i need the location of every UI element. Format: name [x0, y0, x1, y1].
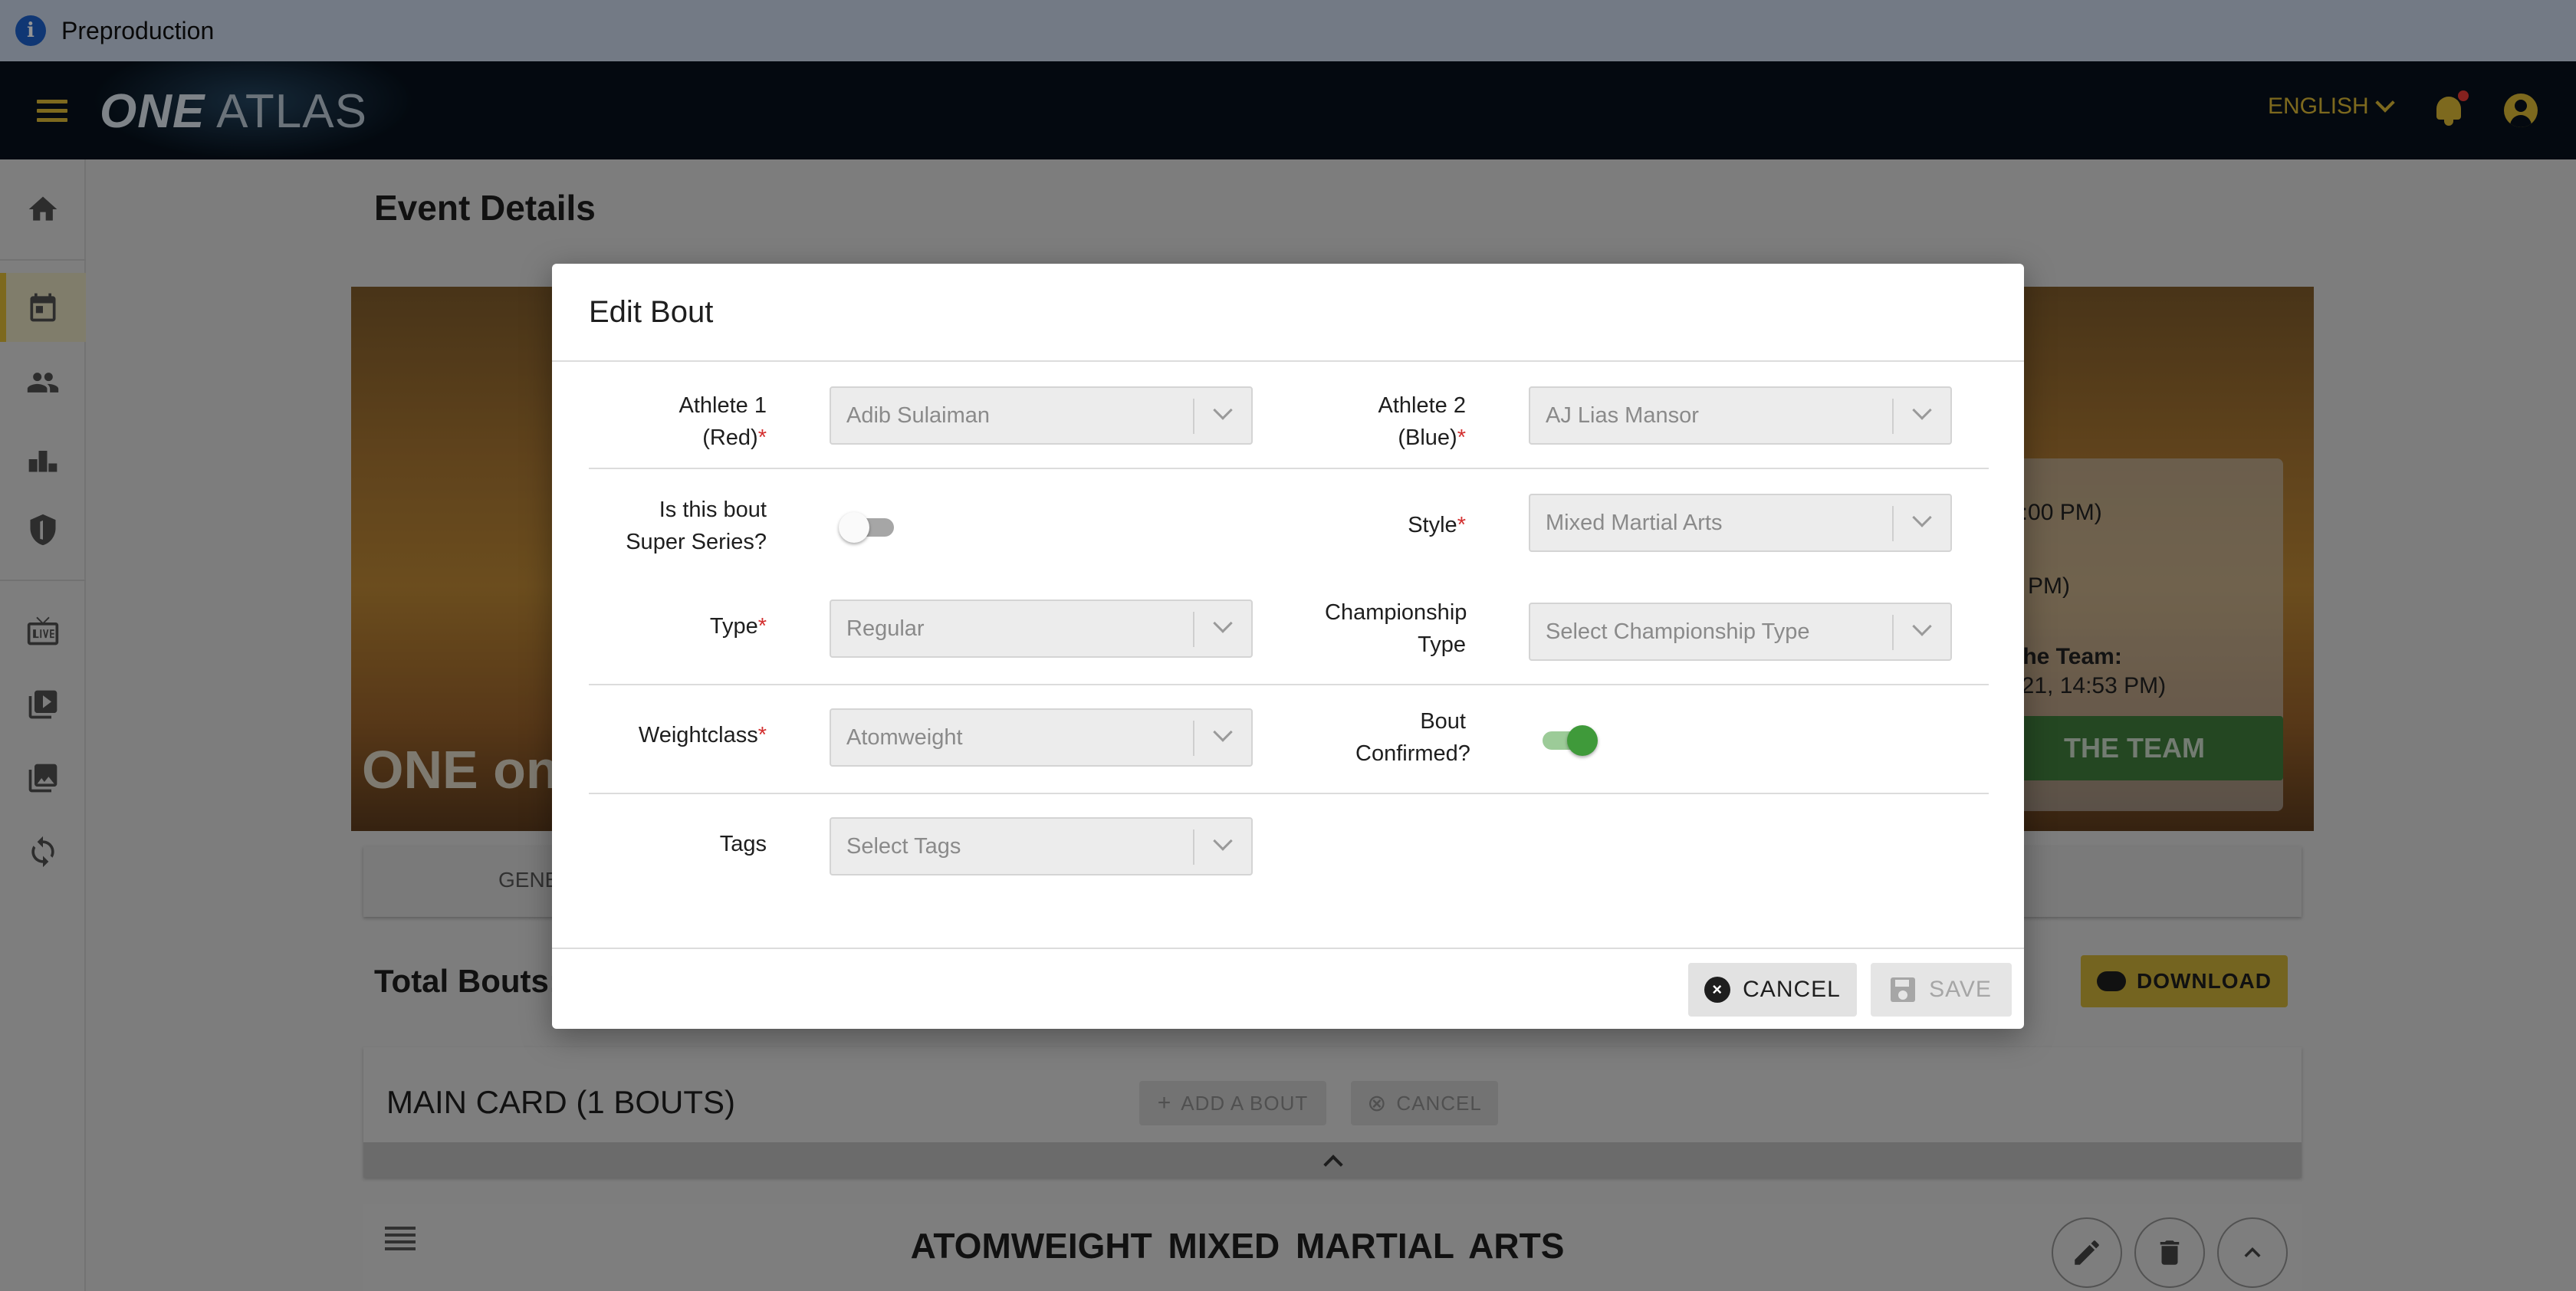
dialog-header: Edit Bout — [552, 264, 2024, 362]
required-asterisk: * — [757, 614, 767, 639]
save-label: SAVE — [1929, 977, 1992, 1002]
select-divider — [1892, 506, 1894, 541]
select-divider — [1193, 721, 1194, 756]
tags-label: Tags — [719, 832, 767, 856]
toggle-thumb — [839, 512, 869, 543]
super-series-label-line2: Super Series? — [626, 530, 767, 554]
type-label-text: Type — [709, 614, 758, 639]
confirmed-label-line2: Confirmed? — [1355, 741, 1470, 766]
style-value: Mixed Martial Arts — [1546, 511, 1723, 535]
bout-confirmed-label: Bout Confirmed? — [1355, 705, 1470, 770]
athlete2-label-line2: (Blue) — [1398, 425, 1457, 450]
style-select[interactable]: Mixed Martial Arts — [1529, 494, 1952, 552]
athlete2-label-line1: Athlete 2 — [1378, 393, 1466, 418]
athlete2-value: AJ Lias Mansor — [1546, 403, 1699, 428]
chevron-down-icon — [1912, 616, 1932, 636]
championship-label-line1: Championship — [1325, 600, 1467, 625]
type-label: Type* — [589, 610, 767, 642]
weightclass-select[interactable]: Atomweight — [830, 708, 1253, 767]
required-asterisk: * — [1457, 425, 1466, 450]
required-asterisk: * — [757, 425, 767, 450]
select-divider — [1193, 829, 1194, 865]
select-divider — [1892, 399, 1894, 434]
weightclass-label-text: Weightclass — [638, 723, 758, 747]
athlete1-value: Adib Sulaiman — [846, 403, 990, 428]
type-value: Regular — [846, 616, 925, 641]
chevron-down-icon — [1213, 613, 1233, 633]
chevron-down-icon — [1912, 508, 1932, 527]
super-series-label-line1: Is this bout — [659, 498, 767, 522]
type-select[interactable]: Regular — [830, 600, 1253, 658]
athlete2-label: Athlete 2 (Blue)* — [1355, 389, 1466, 454]
athlete2-select[interactable]: AJ Lias Mansor — [1529, 386, 1952, 445]
style-label: Style* — [1355, 509, 1466, 541]
bout-confirmed-toggle[interactable] — [1538, 721, 1598, 757]
championship-type-select[interactable]: Select Championship Type — [1529, 603, 1952, 661]
championship-type-placeholder: Select Championship Type — [1546, 619, 1810, 644]
chevron-down-icon — [1213, 722, 1233, 742]
style-label-text: Style — [1408, 513, 1457, 537]
edit-bout-dialog: Edit Bout Athlete 1 (Red)* Adib Sulaiman… — [552, 264, 2024, 1029]
cancel-label: CANCEL — [1743, 977, 1841, 1002]
toggle-thumb — [1567, 725, 1598, 756]
required-asterisk: * — [1457, 513, 1466, 537]
athlete1-label-line2: (Red) — [702, 425, 758, 450]
select-divider — [1193, 399, 1194, 434]
super-series-toggle[interactable] — [839, 508, 899, 544]
tags-row: Tags Select Tags — [589, 794, 1989, 903]
bout-type-row: Is this bout Super Series? Style* Mixed … — [589, 469, 1989, 685]
championship-label-line2: Type — [1418, 632, 1466, 657]
chevron-down-icon — [1213, 400, 1233, 420]
dialog-footer: × CANCEL SAVE — [552, 948, 2024, 1029]
tags-placeholder: Select Tags — [846, 834, 961, 859]
weightclass-value: Atomweight — [846, 725, 963, 750]
save-icon — [1891, 977, 1916, 1002]
athletes-row: Athlete 1 (Red)* Adib Sulaiman Athlete 2… — [589, 362, 1989, 469]
championship-type-label: Championship Type — [1325, 596, 1467, 661]
required-asterisk: * — [757, 723, 767, 747]
tags-select[interactable]: Select Tags — [830, 817, 1253, 875]
cancel-button[interactable]: × CANCEL — [1688, 963, 1857, 1017]
chevron-down-icon — [1912, 400, 1932, 420]
weightclass-label: Weightclass* — [589, 719, 767, 751]
select-divider — [1193, 612, 1194, 647]
dialog-title: Edit Bout — [589, 294, 714, 329]
confirmed-label-line1: Bout — [1420, 709, 1466, 734]
select-divider — [1892, 615, 1894, 650]
cancel-circle-icon: × — [1704, 977, 1731, 1003]
weightclass-row: Weightclass* Atomweight Bout Confirmed? — [589, 685, 1989, 794]
athlete1-select[interactable]: Adib Sulaiman — [830, 386, 1253, 445]
super-series-label: Is this bout Super Series? — [589, 494, 767, 558]
athlete1-label: Athlete 1 (Red)* — [589, 389, 767, 454]
athlete1-label-line1: Athlete 1 — [678, 393, 767, 418]
chevron-down-icon — [1213, 831, 1233, 851]
save-button[interactable]: SAVE — [1871, 963, 2012, 1017]
